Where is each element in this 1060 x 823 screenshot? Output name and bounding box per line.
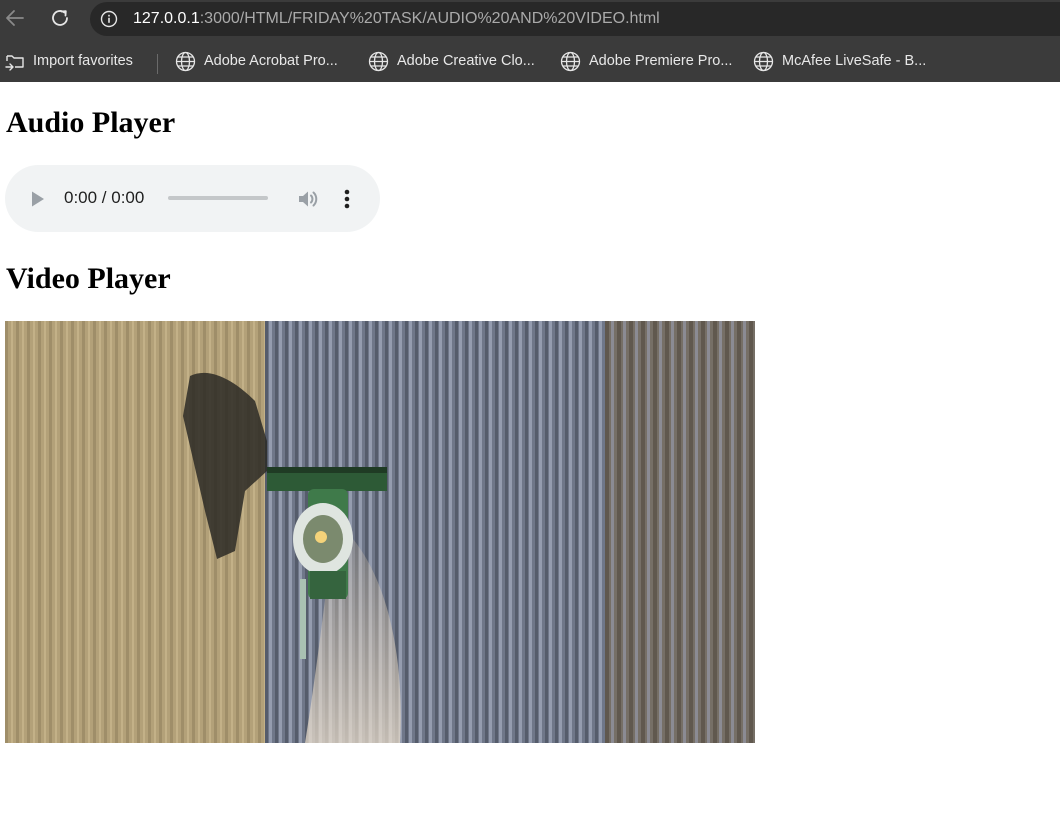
reload-icon: [52, 10, 68, 26]
bookmark-adobe-premiere[interactable]: Adobe Premiere Pro...: [560, 49, 732, 73]
reload-button[interactable]: [46, 4, 74, 32]
browser-toolbar: 127.0.0.1:3000/HTML/FRIDAY%20TASK/AUDIO%…: [0, 0, 1060, 38]
globe-icon: [175, 51, 196, 71]
arrow-left-icon: [6, 10, 24, 26]
bookmark-adobe-creative-cloud[interactable]: Adobe Creative Clo...: [368, 49, 535, 73]
site-info-icon[interactable]: [100, 10, 118, 28]
globe-icon: [368, 51, 389, 71]
bookmarks-separator: [157, 54, 158, 74]
browser-chrome: 127.0.0.1:3000/HTML/FRIDAY%20TASK/AUDIO%…: [0, 0, 1060, 82]
address-bar[interactable]: 127.0.0.1:3000/HTML/FRIDAY%20TASK/AUDIO%…: [90, 2, 1060, 36]
audio-time: 0:00 / 0:00: [64, 188, 145, 207]
bookmark-label: Import favorites: [33, 53, 133, 69]
bookmark-label: Adobe Premiere Pro...: [589, 53, 733, 69]
audio-progress-slider[interactable]: [168, 196, 268, 200]
video-poster-image: [5, 321, 755, 743]
bookmark-mcafee-livesafe[interactable]: McAfee LiveSafe - B...: [753, 49, 926, 73]
bookmarks-bar: Import favorites Adobe Acrobat Pro... Ad…: [0, 41, 1060, 81]
bookmark-label: McAfee LiveSafe - B...: [782, 53, 927, 69]
play-icon[interactable]: [29, 189, 47, 209]
audio-heading: Audio Player: [6, 106, 176, 139]
video-heading: Video Player: [6, 262, 171, 295]
bookmark-label: Adobe Acrobat Pro...: [204, 53, 338, 69]
back-button[interactable]: [1, 4, 29, 32]
import-favorites-icon: [5, 55, 24, 71]
audio-player[interactable]: 0:00 / 0:00: [5, 165, 380, 232]
video-player[interactable]: [5, 321, 755, 743]
bookmark-adobe-acrobat[interactable]: Adobe Acrobat Pro...: [175, 49, 338, 73]
globe-icon: [753, 51, 774, 71]
globe-icon: [560, 51, 581, 71]
page-content: Audio Player 0:00 / 0:00 Video Player: [0, 82, 1060, 823]
url-text[interactable]: 127.0.0.1:3000/HTML/FRIDAY%20TASK/AUDIO%…: [133, 9, 660, 29]
url-host: 127.0.0.1: [133, 10, 200, 27]
more-options-icon[interactable]: [338, 187, 356, 211]
bookmark-import-favorites[interactable]: Import favorites: [5, 49, 133, 73]
bookmark-label: Adobe Creative Clo...: [397, 53, 535, 69]
volume-icon[interactable]: [296, 187, 320, 211]
url-path: :3000/HTML/FRIDAY%20TASK/AUDIO%20AND%20V…: [199, 10, 660, 27]
